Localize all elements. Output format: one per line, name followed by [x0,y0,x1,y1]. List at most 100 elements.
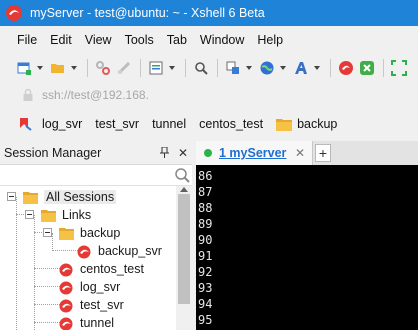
menu-help[interactable]: Help [257,33,283,47]
terminal-line: 92 [198,265,213,279]
folder-icon [23,191,38,204]
tree-connector [34,304,60,305]
toolbar [0,55,418,81]
terminal-line: 90 [198,233,213,247]
terminal-line: 89 [198,217,213,231]
link-tunnel[interactable]: tunnel [152,117,186,131]
chevron-down-icon[interactable] [279,59,287,77]
close-icon[interactable]: ✕ [178,146,188,160]
tree-item-links[interactable]: Links [40,206,91,224]
chevron-down-icon[interactable] [36,59,44,77]
font-icon[interactable] [292,59,310,77]
add-tab-button[interactable]: + [315,144,331,162]
scroll-up-arrow-icon[interactable] [180,187,188,192]
find-icon[interactable] [192,59,210,77]
bookmark-arrow-icon[interactable] [18,117,32,131]
tree-label: log_svr [80,280,121,294]
folder-icon [59,227,74,240]
terminal-line: 91 [198,249,213,263]
chevron-down-icon[interactable] [313,59,321,77]
xshell-logo-icon [6,5,22,21]
globe-icon[interactable] [258,59,276,77]
tree-item-backup-svr[interactable]: backup_svr [76,242,162,260]
session-icon [59,317,73,330]
menu-tab[interactable]: Tab [167,33,187,47]
link-backup-label: backup [297,117,338,131]
fullscreen-icon[interactable] [390,59,408,77]
link-backup-folder[interactable]: backup [276,117,337,131]
search-icon[interactable] [174,167,190,183]
toolbar-divider [217,59,218,77]
xftp-icon[interactable] [337,59,355,77]
pin-icon[interactable] [160,147,169,158]
tree-label: Links [62,208,92,222]
xmanager-icon[interactable] [358,59,376,77]
reconnect-icon[interactable] [94,59,112,77]
tree-connector [34,286,60,287]
menu-window[interactable]: Window [200,33,244,47]
open-folder-icon[interactable] [49,59,67,77]
tree-connector [34,322,60,323]
tree-item-backup-folder[interactable]: backup [58,224,120,242]
collapse-toggle[interactable] [25,210,34,219]
session-manager-title: Session Manager [4,145,102,160]
menu-view[interactable]: View [85,33,112,47]
connection-status-icon [204,149,212,157]
tree-connector [34,268,60,269]
terminal-line: 93 [198,281,213,295]
session-search-field[interactable] [0,165,196,186]
tree-label: backup [80,226,121,240]
collapse-toggle[interactable] [7,192,16,201]
disconnect-icon[interactable] [115,59,133,77]
tree-item-centos-test[interactable]: centos_test [58,260,144,278]
toolbar-divider [140,59,141,77]
terminal-line: 94 [198,297,213,311]
properties-icon[interactable] [147,59,165,77]
tree-label: centos_test [80,262,144,276]
new-session-icon[interactable] [15,59,33,77]
link-centos-test[interactable]: centos_test [199,117,263,131]
toolbar-divider [383,59,384,77]
session-icon [59,299,73,312]
window-title: myServer - test@ubuntu: ~ - Xshell 6 Bet… [30,6,265,20]
tree-item-test-svr[interactable]: test_svr [58,296,124,314]
link-test-svr[interactable]: test_svr [95,117,139,131]
menu-file[interactable]: File [17,33,37,47]
session-tree: All Sessions Links backup backup_svr cen… [0,186,176,330]
lock-icon [23,88,33,101]
link-log-svr[interactable]: log_svr [42,117,82,131]
tree-item-tunnel[interactable]: tunnel [58,314,114,330]
tree-label: test_svr [80,298,124,312]
terminal-line: 95 [198,313,213,327]
tab-label: 1 myServer [219,146,287,160]
tree-item-all-sessions[interactable]: All Sessions [22,188,117,206]
tab-myserver[interactable]: 1 myServer ✕ [196,141,313,165]
scrollbar-thumb[interactable] [178,194,190,304]
session-icon [77,245,91,258]
tree-item-log-svr[interactable]: log_svr [58,278,120,296]
terminal-line: 88 [198,201,213,215]
session-manager-header: Session Manager ✕ [0,141,196,165]
transfer-icon[interactable] [224,59,242,77]
title-bar: myServer - test@ubuntu: ~ - Xshell 6 Bet… [0,0,418,26]
address-input[interactable]: ssh://test@192.168. [42,88,149,102]
session-icon [59,281,73,294]
tree-connector [16,197,17,330]
chevron-down-icon[interactable] [168,59,176,77]
tab-strip: 1 myServer ✕ + [196,141,418,165]
terminal-line: 87 [198,185,213,199]
menu-tools[interactable]: Tools [125,33,154,47]
collapse-toggle[interactable] [43,228,52,237]
menu-bar: File Edit View Tools Tab Window Help [0,29,418,51]
terminal-output[interactable]: 86 87 88 89 90 91 92 93 94 95 96 [196,165,418,330]
address-bar[interactable]: ssh://test@192.168. [0,84,418,106]
session-tree-scrollbar[interactable] [176,186,192,330]
toolbar-divider [330,59,331,77]
folder-icon [41,209,56,222]
tree-label: tunnel [80,316,115,330]
chevron-down-icon[interactable] [70,59,78,77]
chevron-down-icon[interactable] [245,59,253,77]
tab-close-icon[interactable]: ✕ [295,146,305,160]
menu-edit[interactable]: Edit [50,33,72,47]
session-icon [59,263,73,276]
